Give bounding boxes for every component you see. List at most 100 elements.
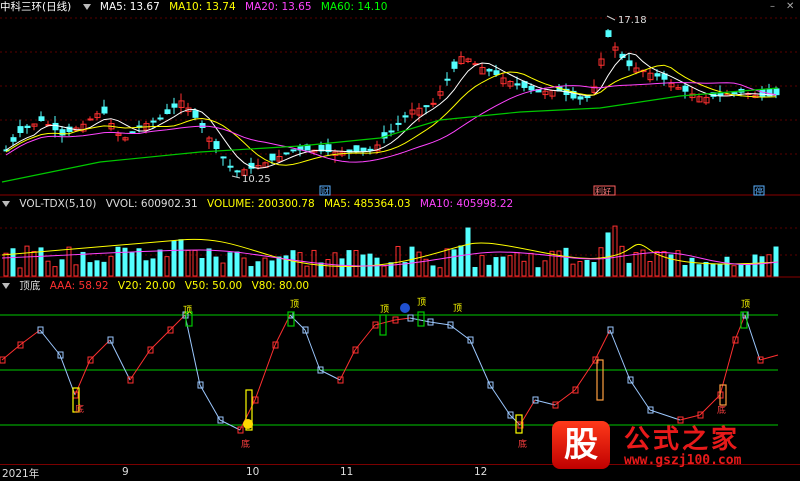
volume-bar [465,227,471,277]
candle-body [528,85,535,91]
volume-bar [682,264,688,277]
volume-bar [773,246,779,277]
volume-bar [430,265,436,277]
low-price-label: 10.25 [242,174,271,185]
candle-body [367,148,374,151]
signal-candle [417,311,425,327]
volume-bar [752,254,758,277]
indicator-segment [304,329,321,371]
watermark-logo: 股 [552,421,610,469]
candle-body [59,129,66,136]
candle-body [101,106,108,114]
volume-bar [584,259,590,277]
volume-bar [115,246,121,277]
volume-bar [437,267,443,277]
candle-body [402,115,409,118]
volume-bar [3,252,9,277]
candle-body [38,116,45,121]
candlestick-series [3,29,780,178]
volume-bar [500,256,506,277]
candle-body [360,147,367,152]
volume-bar [402,262,408,277]
top-signal: 顶 [741,299,750,310]
top-signal: 顶 [453,303,462,314]
volume-bar [269,260,275,277]
volume-bar [717,263,723,277]
volume-bar [339,258,345,277]
candle-body [199,123,206,128]
candle-body [682,85,689,92]
volume-bar [745,263,751,277]
month-label: 12 [474,466,488,478]
event-marker-finance-label: 财 [321,186,329,196]
bottom-signal: 底 [717,404,726,416]
volume-bar [101,261,107,277]
volume-bar [66,246,72,277]
candle-body [10,137,17,142]
volume-bar [10,248,16,277]
volume-bar [479,255,485,277]
volume-bar [563,247,569,277]
candle-body [192,110,199,118]
volume-bar [514,252,520,277]
indicator-segment [594,329,611,361]
volume-bar [612,225,618,277]
volume-bar [143,260,149,277]
volume-bar [577,260,583,277]
volume-bar [647,261,653,277]
chart-canvas[interactable]: 17.18 10.25 财 利好 停 顶 顶 顶 顶 顶 顶 底 底 底 底 [0,0,800,481]
volume-bar [731,265,737,277]
candle-body [87,118,94,121]
volume-bar [136,248,142,277]
signal-candle [379,314,387,336]
volume-bar [374,257,380,277]
candle-body [759,89,766,98]
volume-bar [150,258,156,277]
volume-bar [451,249,457,277]
volume-bar [598,247,604,277]
volume-bar [591,262,597,277]
volume-bar [178,239,184,277]
moving-average-lines [1,52,779,183]
indicator-segment [129,349,151,381]
volume-bar [52,266,58,277]
candle-body [388,130,395,133]
event-marker-halt-label: 停 [755,186,763,196]
indicator-segment [574,359,596,391]
signal-candle [596,359,604,401]
volume-bar [409,246,415,277]
candle-body [605,30,612,37]
candle-body [220,156,227,159]
candle-body [577,96,584,100]
volume-bar [395,245,401,277]
indicator-segment [609,329,631,381]
candle-body [52,122,59,131]
volume-bar [87,262,93,277]
volume-bar [738,263,744,277]
volume-bar [724,256,730,277]
face-icon [400,303,410,313]
candle-body [164,109,171,114]
volume-bar [360,254,366,277]
high-pointer [606,15,616,21]
volume-bar [220,262,226,277]
top-signal: 顶 [183,305,192,316]
candle-body [514,83,521,86]
candle-body [353,145,360,153]
indicator-segment [109,339,131,381]
volume-bar [206,248,212,277]
ma-line [5,64,777,166]
bottom-signal: 底 [241,438,250,450]
candle-body [283,152,290,155]
volume-bar [542,260,548,277]
volume-bar [766,254,772,277]
volume-bar [248,266,254,277]
volume-bar [703,261,709,277]
volume-bar [108,255,114,277]
candle-body [731,92,738,95]
indicator-segment [719,339,736,396]
candle-body [444,78,451,81]
volume-bar [570,263,576,277]
volume-bar [689,257,695,277]
month-label: 11 [340,466,354,478]
